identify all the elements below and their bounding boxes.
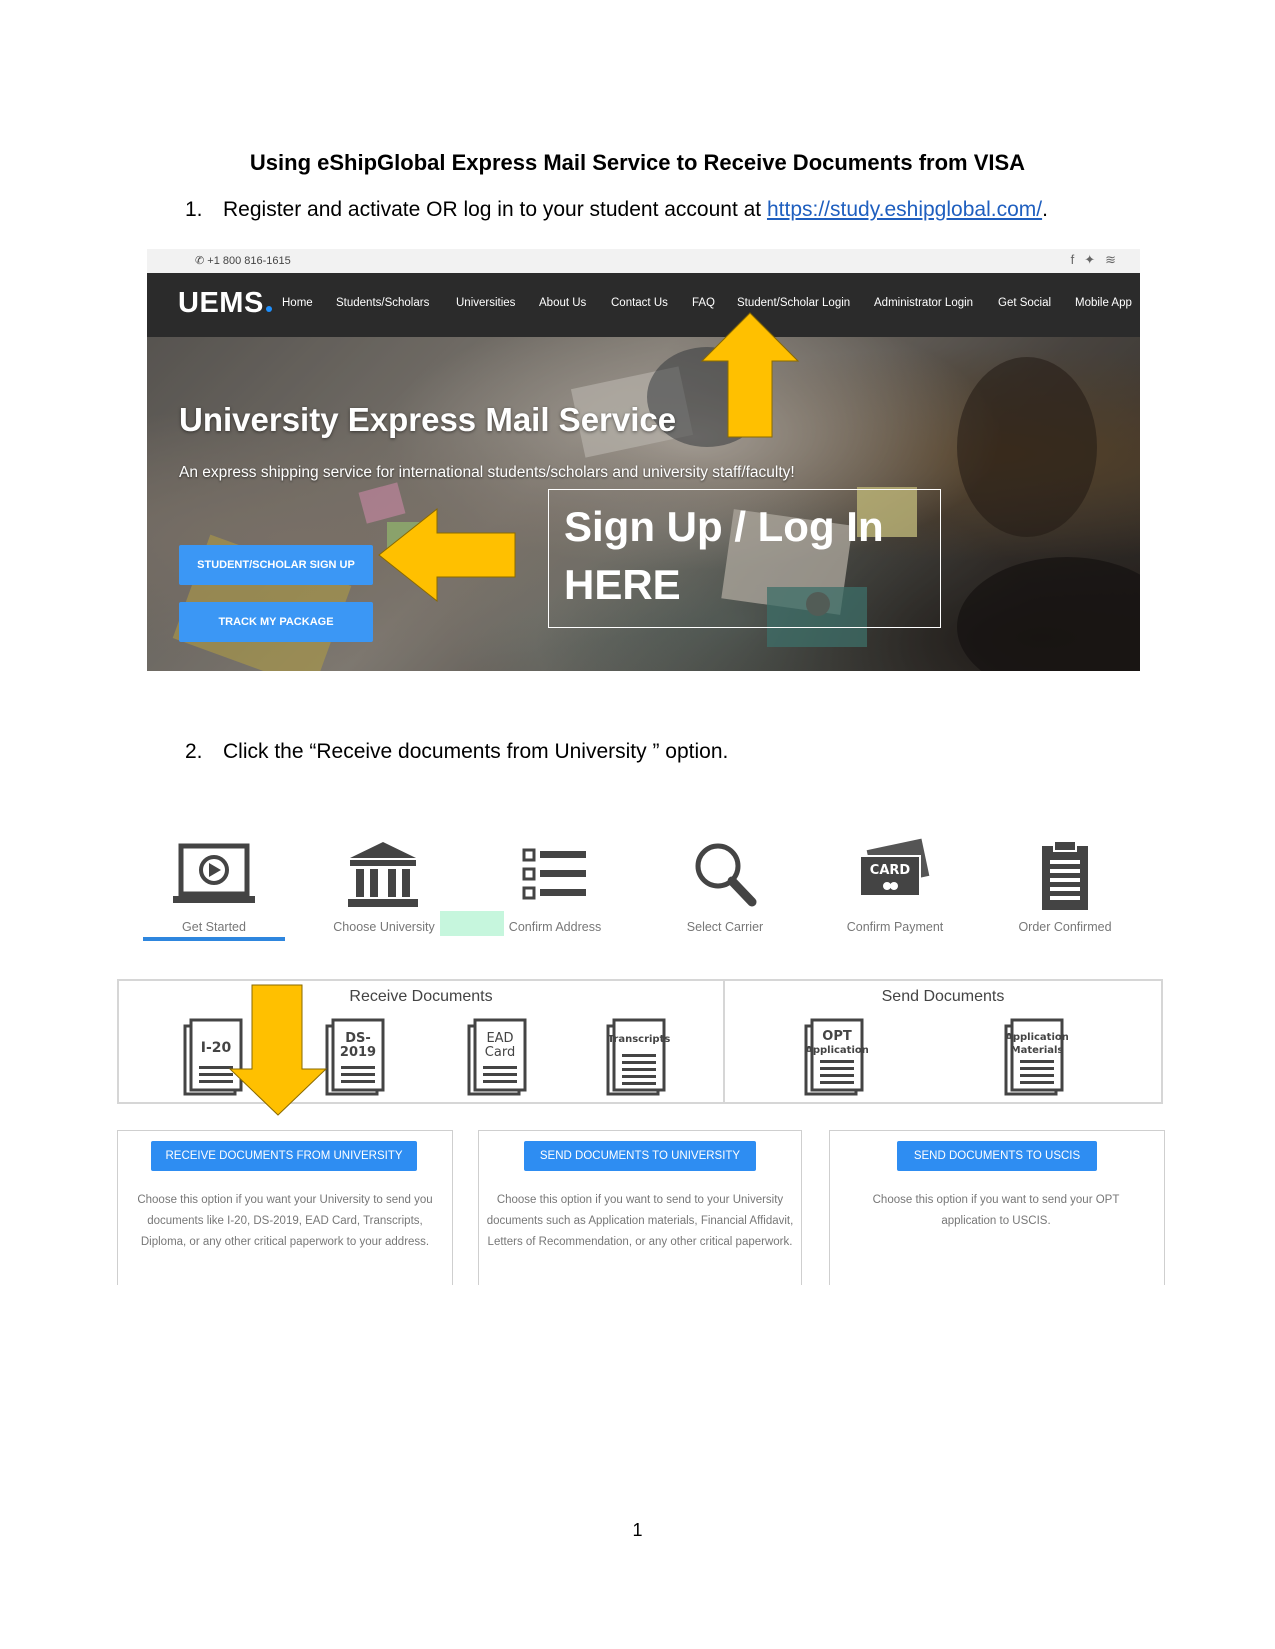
receive-option-description: Choose this option if you want your Univ… xyxy=(137,1194,433,1248)
progress-step-confirm-payment[interactable]: Confirm Payment xyxy=(810,920,980,934)
twitter-icon[interactable]: ✦ xyxy=(1084,252,1105,267)
progress-step-select-carrier[interactable]: Select Carrier xyxy=(640,920,810,934)
phone-icon: ✆ xyxy=(195,255,208,267)
card-icon: CARD xyxy=(859,838,930,897)
i20-label: I-20 xyxy=(201,1040,232,1056)
send-university-option-description: Choose this option if you want to send t… xyxy=(486,1194,794,1248)
laptop-play-icon xyxy=(173,843,255,903)
facebook-icon[interactable]: f xyxy=(1071,252,1085,267)
nav-home[interactable]: Home xyxy=(282,297,313,309)
hero-subtitle: An express shipping service for internat… xyxy=(179,464,795,481)
left-arrow-icon xyxy=(378,507,516,603)
signup-callout-box: Sign Up / Log In HERE xyxy=(548,489,941,628)
document-title: Using eShipGlobal Express Mail Service t… xyxy=(249,150,1026,175)
transcripts-document-icon[interactable]: Transcripts xyxy=(606,1016,670,1098)
phone-number: +1 800 816-1615 xyxy=(207,255,291,267)
nav-mobile-app[interactable]: Mobile App xyxy=(1075,297,1132,309)
ead-label-line-2: Card xyxy=(485,1045,515,1060)
progress-step-confirm-address[interactable]: Confirm Address xyxy=(470,920,640,934)
university-icon xyxy=(348,842,418,907)
up-arrow-icon xyxy=(700,312,800,438)
search-icon xyxy=(695,843,757,907)
rss-icon[interactable]: ≋ xyxy=(1105,252,1126,267)
down-arrow-icon xyxy=(228,984,328,1116)
send-documents-to-uscis-button[interactable]: SEND DOCUMENTS TO USCIS xyxy=(897,1141,1097,1171)
student-signup-button[interactable]: STUDENT/SCHOLAR SIGN UP xyxy=(179,545,373,585)
logo-dot xyxy=(265,306,272,312)
ead-card-document-icon[interactable]: EAD Card xyxy=(467,1016,531,1098)
send-documents-to-university-button[interactable]: SEND DOCUMENTS TO UNIVERSITY xyxy=(524,1141,756,1171)
step-1-number: 1. xyxy=(185,198,203,221)
hero-banner: University Express Mail Service An expre… xyxy=(147,337,1140,671)
step-1: 1. Register and activate OR log in to you… xyxy=(185,198,1048,222)
nav-contact-us[interactable]: Contact Us xyxy=(611,297,668,309)
step-2: 2. Click the “Receive documents from Univ… xyxy=(185,740,728,764)
svg-text:CARD: CARD xyxy=(870,863,911,878)
nav-student-login[interactable]: Student/Scholar Login xyxy=(737,297,850,309)
navbar: UEMS Home Students/Scholars Universities… xyxy=(147,273,1140,337)
ds2019-document-icon[interactable]: DS- 2019 xyxy=(325,1016,389,1098)
transcripts-label: Transcripts xyxy=(608,1034,670,1045)
nav-admin-login[interactable]: Administrator Login xyxy=(874,297,973,309)
app-materials-label-line-2: Materials xyxy=(1011,1045,1064,1056)
step-2-number: 2. xyxy=(185,740,203,763)
step-1-suffix: . xyxy=(1042,198,1048,221)
app-materials-label-line-1: Application xyxy=(1005,1032,1068,1043)
eshipglobal-link[interactable]: https://study.eshipglobal.com/ xyxy=(767,198,1042,221)
step-2-text: Click the “Receive documents from Univer… xyxy=(223,740,729,763)
ead-label-line-1: EAD xyxy=(486,1031,513,1046)
phone-contact: ✆ +1 800 816-1615 xyxy=(195,254,291,267)
page-number: 1 xyxy=(632,1520,643,1540)
nav-get-social[interactable]: Get Social xyxy=(998,297,1051,309)
track-package-button[interactable]: TRACK MY PACKAGE xyxy=(179,602,373,642)
callout-line-1: Sign Up / Log In xyxy=(564,503,884,550)
nav-faq[interactable]: FAQ xyxy=(692,297,715,309)
hero-title: University Express Mail Service xyxy=(179,401,677,438)
logo-text: UEMS xyxy=(178,287,264,319)
opt-label-line-1: OPT xyxy=(822,1029,852,1044)
social-icons: f✦≋ xyxy=(1071,252,1126,268)
step-1-text: Register and activate OR log in to your … xyxy=(223,198,767,221)
send-documents-title: Send Documents xyxy=(881,988,1005,1005)
nav-about-us[interactable]: About Us xyxy=(539,297,586,309)
callout-line-2: HERE xyxy=(564,561,681,608)
ds2019-label-line-1: DS- xyxy=(345,1031,371,1046)
receive-documents-from-university-button[interactable]: RECEIVE DOCUMENTS FROM UNIVERSITY xyxy=(151,1141,417,1171)
nav-universities[interactable]: Universities xyxy=(456,297,515,309)
opt-label-line-2: Application xyxy=(805,1045,868,1056)
uems-logo[interactable]: UEMS xyxy=(178,287,272,320)
application-materials-document-icon[interactable]: Application Materials xyxy=(1004,1016,1068,1098)
active-step-underline xyxy=(143,937,285,941)
nav-students-scholars[interactable]: Students/Scholars xyxy=(336,297,429,309)
top-bar: ✆ +1 800 816-1615 f✦≋ xyxy=(147,249,1140,273)
website-screenshot: ✆ +1 800 816-1615 f✦≋ UEMS Home Students… xyxy=(147,249,1140,671)
send-uscis-option-description: Choose this option if you want to send y… xyxy=(872,1194,1120,1227)
progress-step-order-confirmed[interactable]: Order Confirmed xyxy=(980,920,1150,934)
progress-step-get-started[interactable]: Get Started xyxy=(129,920,299,934)
ds2019-label-line-2: 2019 xyxy=(340,1045,376,1060)
opt-application-document-icon[interactable]: OPT Application xyxy=(804,1016,868,1098)
clipboard-icon xyxy=(1042,840,1088,910)
receive-documents-title: Receive Documents xyxy=(349,988,493,1005)
list-icon xyxy=(522,848,586,900)
